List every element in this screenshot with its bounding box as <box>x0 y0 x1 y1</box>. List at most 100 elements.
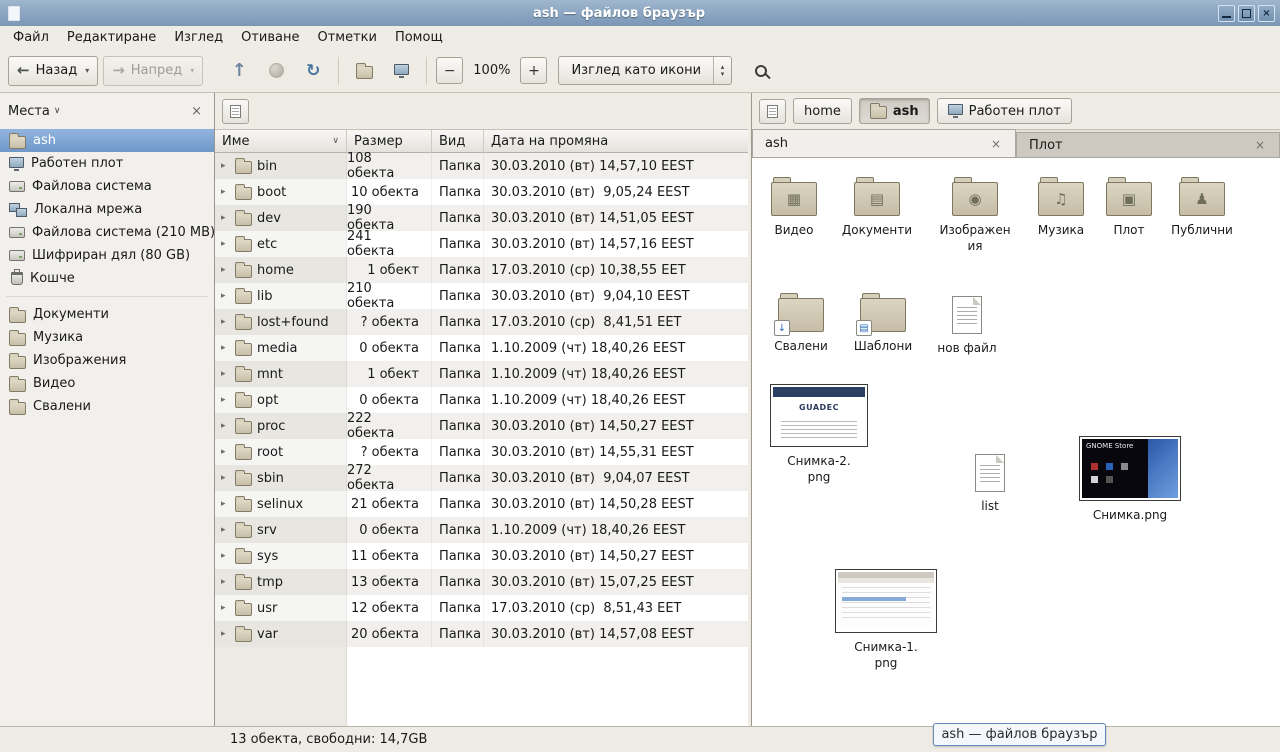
sidebar-item-ash[interactable]: ash <box>0 129 214 152</box>
icon-view-item-Публични[interactable]: ♟Публични <box>1160 175 1244 239</box>
table-row[interactable]: ▸home1 обектПапка17.03.2010 (ср) 10,38,5… <box>215 257 748 283</box>
icon-view-item-Снимка.png[interactable]: GNOME StoreСнимка.png <box>1078 436 1182 524</box>
icon-view-item-Видео[interactable]: ▦Видео <box>752 175 836 239</box>
path-button-home[interactable]: home <box>793 98 852 124</box>
maximize-button[interactable] <box>1238 5 1255 22</box>
expander-icon[interactable]: ▸ <box>221 265 230 275</box>
icon-view-item-list[interactable]: list <box>948 449 1032 515</box>
icon-view-item-Изображения[interactable]: ◉Изображения <box>933 175 1017 254</box>
icon-view-item-Свалени[interactable]: ↓Свалени <box>759 291 843 355</box>
expander-icon[interactable]: ▸ <box>221 369 230 379</box>
column-header-Вид[interactable]: Вид <box>432 130 484 153</box>
back-button[interactable]: ← Назад ▾ <box>8 56 98 86</box>
table-row[interactable]: ▸var20 обектаПапка30.03.2010 (вт) 14,57,… <box>215 621 748 647</box>
sidebar-item-Шифриран дял (80 GB)[interactable]: Шифриран дял (80 GB) <box>0 244 214 267</box>
places-close-icon[interactable]: × <box>187 104 206 119</box>
table-row[interactable]: ▸selinux21 обектаПапка30.03.2010 (вт) 14… <box>215 491 748 517</box>
view-mode-select[interactable]: Изглед като икони ▴▾ <box>558 56 732 85</box>
menu-item-Редактиране[interactable]: Редактиране <box>58 27 165 48</box>
menu-item-Изглед[interactable]: Изглед <box>165 27 232 48</box>
expander-icon[interactable]: ▸ <box>221 577 230 587</box>
zoom-out-button[interactable]: − <box>436 57 463 84</box>
icon-view-item-Шаблони[interactable]: ▤Шаблони <box>841 291 925 355</box>
location-toggle-button[interactable] <box>759 99 786 124</box>
expander-icon[interactable]: ▸ <box>221 161 230 171</box>
forward-button[interactable]: → Напред ▾ <box>103 56 203 86</box>
table-row[interactable]: ▸tmp13 обектаПапка30.03.2010 (вт) 15,07,… <box>215 569 748 595</box>
zoom-in-button[interactable]: + <box>520 57 547 84</box>
table-row[interactable]: ▸media0 обектаПапка1.10.2009 (чт) 18,40,… <box>215 335 748 361</box>
expander-icon[interactable]: ▸ <box>221 317 230 327</box>
close-button[interactable]: × <box>1258 5 1275 22</box>
tab-close-icon[interactable]: × <box>989 137 1003 151</box>
column-header-Име[interactable]: Име∨ <box>215 130 347 153</box>
menu-item-Файл[interactable]: Файл <box>4 27 58 48</box>
expander-icon[interactable]: ▸ <box>221 421 230 431</box>
menu-item-Помощ[interactable]: Помощ <box>386 27 452 48</box>
icon-view-item-Снимка-1.png[interactable]: Снимка-1.png <box>834 569 938 671</box>
expander-icon[interactable]: ▸ <box>221 525 230 535</box>
table-row[interactable]: ▸proc222 обектаПапка30.03.2010 (вт) 14,5… <box>215 413 748 439</box>
sidebar-item-Работен плот[interactable]: Работен плот <box>0 152 214 175</box>
table-row[interactable]: ▸dev190 обектаПапка30.03.2010 (вт) 14,51… <box>215 205 748 231</box>
table-row[interactable]: ▸root? обектаПапка30.03.2010 (вт) 14,55,… <box>215 439 748 465</box>
location-toggle-button[interactable] <box>222 99 249 124</box>
search-button[interactable] <box>745 55 777 87</box>
expander-icon[interactable]: ▸ <box>221 187 230 197</box>
back-dropdown-icon[interactable]: ▾ <box>85 66 89 75</box>
expander-icon[interactable]: ▸ <box>221 499 230 509</box>
taskbar-window-chip[interactable]: ash — файлов браузър <box>933 723 1106 746</box>
up-button[interactable]: ↑ <box>223 55 255 87</box>
reload-button[interactable]: ↻ <box>297 55 329 87</box>
column-header-Размер[interactable]: Размер <box>347 130 432 153</box>
icon-view-item-Снимка-2.png[interactable]: GUADECСнимка-2.png <box>767 384 871 485</box>
expander-icon[interactable]: ▸ <box>221 291 230 301</box>
expander-icon[interactable]: ▸ <box>221 343 230 353</box>
expander-icon[interactable]: ▸ <box>221 629 230 639</box>
tab-Плот[interactable]: Плот× <box>1016 132 1280 157</box>
sidebar-item-Файлова система (210 MB)[interactable]: Файлова система (210 MB) <box>0 221 214 244</box>
icon-view-item-нов файл[interactable]: нов файл <box>925 291 1009 357</box>
expander-icon[interactable]: ▸ <box>221 447 230 457</box>
table-row[interactable]: ▸sbin272 обектаПапка30.03.2010 (вт) 9,04… <box>215 465 748 491</box>
computer-button[interactable] <box>385 55 417 87</box>
minimize-button[interactable] <box>1218 5 1235 22</box>
table-row[interactable]: ▸sys11 обектаПапка30.03.2010 (вт) 14,50,… <box>215 543 748 569</box>
sidebar-item-Документи[interactable]: Документи <box>0 303 214 326</box>
expander-icon[interactable]: ▸ <box>221 473 230 483</box>
path-button-ash[interactable]: ash <box>859 98 930 124</box>
expander-icon[interactable]: ▸ <box>221 213 230 223</box>
table-row[interactable]: ▸mnt1 обектПапка1.10.2009 (чт) 18,40,26 … <box>215 361 748 387</box>
sidebar-item-Музика[interactable]: Музика <box>0 326 214 349</box>
menu-item-Отиване[interactable]: Отиване <box>232 27 308 48</box>
table-row[interactable]: ▸usr12 обектаПапка17.03.2010 (ср) 8,51,4… <box>215 595 748 621</box>
expander-icon[interactable]: ▸ <box>221 603 230 613</box>
expander-icon[interactable]: ▸ <box>221 551 230 561</box>
home-button[interactable] <box>348 55 380 87</box>
table-row[interactable]: ▸bin108 обектаПапка30.03.2010 (вт) 14,57… <box>215 153 748 179</box>
sidebar-item-Кошче[interactable]: Кошче <box>0 267 214 290</box>
stop-button[interactable] <box>260 55 292 87</box>
table-row[interactable]: ▸boot10 обектаПапка30.03.2010 (вт) 9,05,… <box>215 179 748 205</box>
table-row[interactable]: ▸lost+found? обектаПапка17.03.2010 (ср) … <box>215 309 748 335</box>
table-row[interactable]: ▸opt0 обектаПапка1.10.2009 (чт) 18,40,26… <box>215 387 748 413</box>
sidebar-item-Файлова система[interactable]: Файлова система <box>0 175 214 198</box>
sidebar-item-Видео[interactable]: Видео <box>0 372 214 395</box>
icon-view-item-Документи[interactable]: ▤Документи <box>835 175 919 239</box>
combo-spinner-icon[interactable]: ▴▾ <box>713 57 731 84</box>
expander-icon[interactable]: ▸ <box>221 239 230 249</box>
sidebar-item-Свалени[interactable]: Свалени <box>0 395 214 418</box>
column-header-Дата на промяна[interactable]: Дата на промяна <box>484 130 748 153</box>
tab-ash[interactable]: ash× <box>752 129 1016 157</box>
expander-icon[interactable]: ▸ <box>221 395 230 405</box>
sidebar-item-Локална мрежа[interactable]: Локална мрежа <box>0 198 214 221</box>
places-dropdown-icon[interactable]: ∨ <box>54 106 61 116</box>
places-title[interactable]: Места <box>8 104 50 119</box>
sidebar-item-Изображения[interactable]: Изображения <box>0 349 214 372</box>
table-row[interactable]: ▸lib210 обектаПапка30.03.2010 (вт) 9,04,… <box>215 283 748 309</box>
icon-view-item-Плот[interactable]: ▣Плот <box>1087 175 1171 239</box>
table-row[interactable]: ▸etc241 обектаПапка30.03.2010 (вт) 14,57… <box>215 231 748 257</box>
tab-close-icon[interactable]: × <box>1253 138 1267 152</box>
table-row[interactable]: ▸srv0 обектаПапка1.10.2009 (чт) 18,40,26… <box>215 517 748 543</box>
menu-item-Отметки[interactable]: Отметки <box>308 27 385 48</box>
